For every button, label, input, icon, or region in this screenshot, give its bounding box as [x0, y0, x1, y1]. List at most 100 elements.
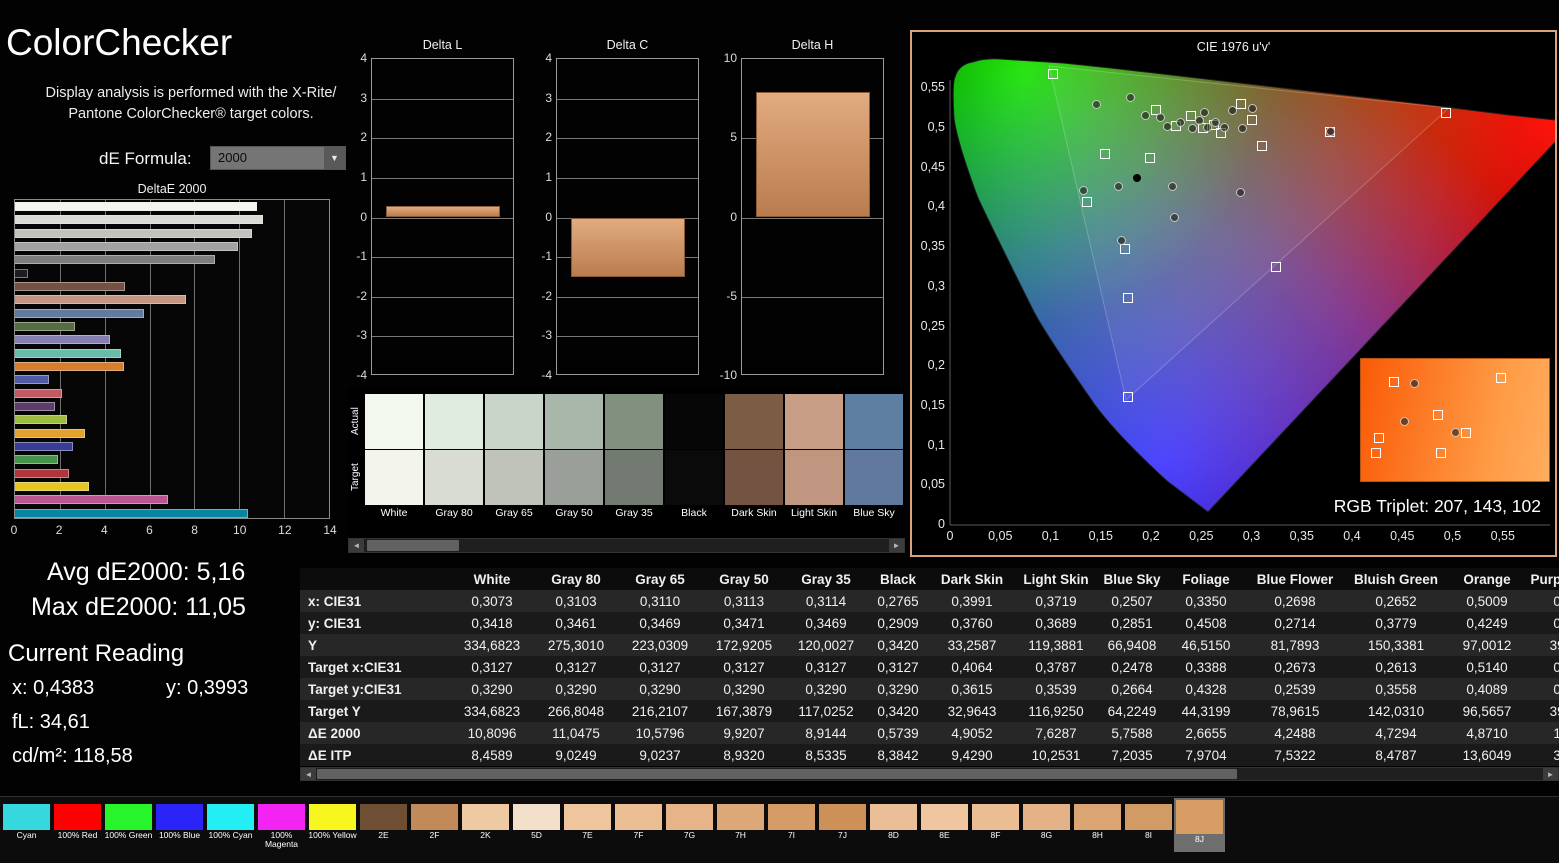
table-cell: 10,5796 [618, 722, 702, 744]
axis-tick-label: 3 [545, 90, 552, 105]
table-cell: 0,3073 [450, 590, 534, 612]
deltae-bar [15, 482, 89, 491]
patch-label: Black [681, 507, 707, 519]
patch-cell[interactable]: Dark Skin [725, 394, 783, 521]
table-cell: 8,3842 [866, 744, 930, 766]
tile-label: 7E [582, 830, 593, 840]
actual-swatch [665, 394, 723, 449]
pattern-tile-cyan[interactable]: Cyan [1, 802, 52, 852]
table-cell: 0,5739 [866, 722, 930, 744]
axis-tick-label: 2 [55, 523, 63, 537]
deltae-bar [15, 348, 122, 358]
pattern-tile-7e[interactable]: 7E [562, 802, 613, 852]
measured-point [1210, 117, 1220, 127]
table-cell: 46,5150 [1166, 634, 1246, 656]
pattern-tile-8j[interactable]: 8J [1174, 798, 1225, 852]
pattern-tile-100-blue[interactable]: 100% Blue [154, 802, 205, 852]
table-cell: 13,6049 [1448, 744, 1526, 766]
table-cell: 8,9320 [702, 744, 786, 766]
axis-tick-label: 1 [360, 169, 367, 184]
axis-tick-label: 10 [723, 51, 737, 65]
target-swatch [545, 450, 603, 505]
delta-h-plot [741, 58, 884, 375]
scroll-left-arrow[interactable]: ◄ [301, 768, 316, 780]
row-label: Target Y [300, 700, 450, 722]
pattern-tile-7g[interactable]: 7G [664, 802, 715, 852]
axis-tick-label: 3 [360, 90, 367, 105]
chart-title: Delta L [422, 38, 463, 52]
de-formula-label: dE Formula: [99, 149, 192, 168]
pattern-tile-2e[interactable]: 2E [358, 802, 409, 852]
pattern-tile-2k[interactable]: 2K [460, 802, 511, 852]
current-x-value: x: 0,4383 [12, 677, 95, 699]
de-formula-dropdown[interactable]: 2000 ▼ [210, 146, 346, 170]
pattern-tile-8d[interactable]: 8D [868, 802, 919, 852]
axis-tick-label: 0 [360, 209, 367, 224]
patch-cell[interactable]: Blue Sky [845, 394, 903, 521]
column-header: Blue Sky [1098, 568, 1166, 590]
pattern-tile-8f[interactable]: 8F [970, 802, 1021, 852]
scroll-thumb[interactable] [367, 540, 459, 551]
patch-cell[interactable]: Gray 35 [605, 394, 663, 521]
pattern-tile-100-cyan[interactable]: 100% Cyan [205, 802, 256, 852]
measured-point [1155, 113, 1165, 123]
measured-point [1235, 187, 1245, 197]
gridline [239, 200, 241, 518]
patch-strip-scrollbar[interactable]: ◄ ► [348, 538, 905, 553]
deltae-bar [15, 228, 253, 238]
measured-point [1167, 182, 1177, 192]
pattern-tile-8e[interactable]: 8E [919, 802, 970, 852]
table-scrollbar[interactable]: ◄ ► [300, 767, 1559, 781]
table-cell: 0,3290 [450, 678, 534, 700]
measured-point [1187, 123, 1197, 133]
scroll-left-arrow[interactable]: ◄ [349, 539, 364, 552]
pattern-tile-5d[interactable]: 5D [511, 802, 562, 852]
inset-target-point [1435, 447, 1446, 458]
table-cell: 0,3420 [866, 700, 930, 722]
scroll-thumb[interactable] [317, 769, 1237, 779]
column-header: Black [866, 568, 930, 590]
pattern-tile-100-magenta[interactable]: 100% Magenta [256, 802, 307, 852]
measured-point [1237, 124, 1247, 134]
pattern-tile-7j[interactable]: 7J [817, 802, 868, 852]
target-point [1122, 292, 1133, 303]
deltae-bar [15, 268, 28, 278]
table-cell: 0,2613 [1344, 656, 1448, 678]
delta-c-plot [556, 58, 699, 375]
pattern-tile-7i[interactable]: 7I [766, 802, 817, 852]
inset-data-points [1361, 359, 1549, 481]
tile-label: Cyan [16, 830, 37, 840]
pattern-tile-8g[interactable]: 8G [1021, 802, 1072, 852]
patch-cell[interactable]: Gray 50 [545, 394, 603, 521]
table-cell: 0,3127 [702, 656, 786, 678]
patch-cell[interactable]: Black [665, 394, 723, 521]
table-cell: 10,8096 [450, 722, 534, 744]
table-cell: 0,2652 [1344, 590, 1448, 612]
pattern-tile-8h[interactable]: 8H [1072, 802, 1123, 852]
tile-swatch [258, 804, 305, 830]
table-cell: 0,3113 [702, 590, 786, 612]
column-header: Gray 35 [786, 568, 866, 590]
pattern-tile-100-yellow[interactable]: 100% Yellow [307, 802, 358, 852]
pattern-tile-100-red[interactable]: 100% Red [52, 802, 103, 852]
gridline [372, 98, 513, 100]
delta-bar [386, 205, 500, 218]
pattern-tile-7h[interactable]: 7H [715, 802, 766, 852]
target-swatch [845, 450, 903, 505]
pattern-tile-7f[interactable]: 7F [613, 802, 664, 852]
rgb-triplet-label: RGB Triplet: 207, 143, 102 [1333, 496, 1541, 516]
scroll-right-arrow[interactable]: ► [889, 539, 904, 552]
patch-cell[interactable]: Gray 65 [485, 394, 543, 521]
patch-cell[interactable]: Light Skin [785, 394, 843, 521]
pattern-tile-2f[interactable]: 2F [409, 802, 460, 852]
patch-cell[interactable]: White [365, 394, 423, 521]
patch-cell[interactable]: Gray 80 [425, 394, 483, 521]
pattern-tile-8i[interactable]: 8I [1123, 802, 1174, 852]
target-swatch [785, 450, 843, 505]
pattern-tile-100-green[interactable]: 100% Green [103, 802, 154, 852]
scroll-right-arrow[interactable]: ► [1543, 768, 1558, 780]
patch-label: Gray 65 [495, 507, 533, 519]
table-cell: 32,9643 [930, 700, 1014, 722]
table-cell: 5,7588 [1098, 722, 1166, 744]
deltae-bar [15, 388, 63, 398]
